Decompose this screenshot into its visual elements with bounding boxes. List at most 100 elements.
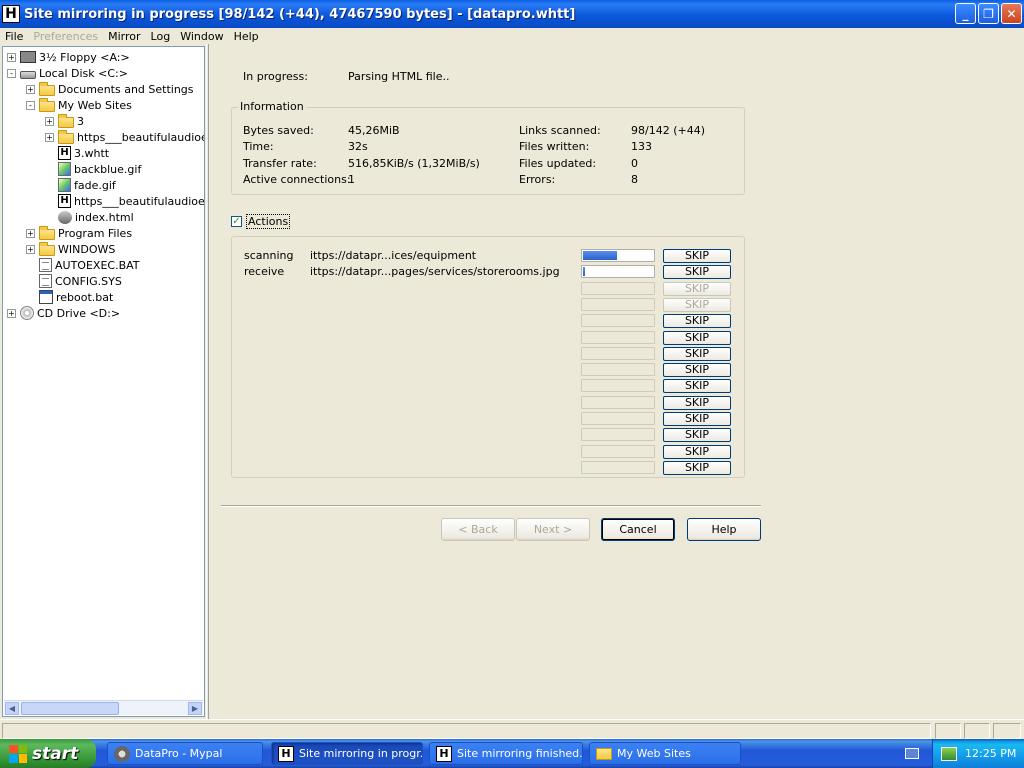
scroll-right-icon[interactable]: ▶: [188, 702, 202, 715]
expand-icon[interactable]: +: [26, 244, 35, 254]
start-button[interactable]: start: [0, 739, 96, 768]
tree-item-label[interactable]: AUTOEXEC.BAT: [55, 259, 140, 272]
expand-icon[interactable]: +: [26, 228, 35, 238]
tree-item-label[interactable]: backblue.gif: [74, 163, 141, 176]
tree-item[interactable]: + https___beautifulaudioed: [45, 129, 204, 145]
tree-item[interactable]: Hhttps___beautifulaudioed: [45, 193, 204, 209]
menu-window[interactable]: Window: [175, 30, 228, 43]
scroll-left-icon[interactable]: ◀: [5, 702, 19, 715]
tree-item[interactable]: CONFIG.SYS: [26, 273, 122, 289]
tree-item[interactable]: fade.gif: [45, 177, 116, 193]
restore-button[interactable]: ❐: [978, 3, 999, 24]
network-icon[interactable]: [941, 746, 957, 761]
tree-item-label[interactable]: My Web Sites: [58, 99, 132, 112]
tree-item[interactable]: index.html: [45, 209, 134, 225]
tree-item[interactable]: + WINDOWS: [26, 241, 115, 257]
httrack-icon: H: [278, 745, 294, 762]
taskbar-button[interactable]: H Site mirroring finished...: [429, 742, 583, 765]
taskbar: start DataPro - Mypal H Site mirroring in …: [0, 739, 1024, 768]
expand-icon[interactable]: +: [7, 52, 16, 62]
clock[interactable]: 12:25 PM: [965, 747, 1016, 760]
keyboard-icon[interactable]: [905, 748, 919, 759]
errors-label: Errors:: [519, 173, 556, 186]
tree-item-label[interactable]: CD Drive <D:>: [37, 307, 120, 320]
collapse-icon[interactable]: -: [7, 68, 16, 78]
information-group: Information Bytes saved: 45,26MiB Time: …: [231, 100, 745, 195]
tree-item[interactable]: +3½ Floppy <A:>: [7, 49, 130, 65]
tree-item-label[interactable]: 3.whtt: [74, 147, 109, 160]
tree-item[interactable]: +3: [45, 113, 84, 129]
taskbar-button[interactable]: H Site mirroring in progr...: [271, 742, 423, 765]
skip-button[interactable]: SKIP: [663, 265, 731, 280]
tree-item-label[interactable]: Program Files: [58, 227, 132, 240]
tree-item[interactable]: H 3.whtt: [45, 145, 109, 161]
transfer-rate-label: Transfer rate:: [243, 157, 317, 170]
menu-mirror[interactable]: Mirror: [103, 30, 145, 43]
tree-item[interactable]: reboot.bat: [26, 289, 113, 305]
cancel-button[interactable]: Cancel: [601, 518, 675, 541]
tree-item-label[interactable]: index.html: [75, 211, 134, 224]
links-scanned-value: 98/142 (+44): [631, 124, 705, 137]
menu-file[interactable]: File: [0, 30, 28, 43]
skip-button[interactable]: SKIP: [663, 395, 731, 410]
folder-icon: [39, 241, 55, 256]
html-icon: [58, 210, 72, 224]
scroll-thumb[interactable]: [21, 702, 119, 715]
skip-button[interactable]: SKIP: [663, 460, 731, 475]
tree-item-label[interactable]: https___beautifulaudioed: [74, 195, 204, 208]
next-button: Next >: [516, 518, 590, 541]
title-bar: H Site mirroring in progress [98/142 (+4…: [0, 0, 1024, 28]
menu-bar: File Preferences Mirror Log Window Help: [0, 28, 1024, 44]
text-file-icon: [39, 258, 52, 272]
skip-button[interactable]: SKIP: [663, 379, 731, 394]
skip-button[interactable]: SKIP: [663, 412, 731, 426]
tree-item-label[interactable]: CONFIG.SYS: [55, 275, 122, 288]
tree-item-label[interactable]: reboot.bat: [56, 291, 113, 304]
taskbar-button[interactable]: My Web Sites: [589, 742, 741, 765]
skip-button[interactable]: SKIP: [663, 444, 731, 459]
tree-item[interactable]: + Program Files: [26, 225, 132, 241]
folder-icon: [39, 225, 55, 240]
expand-icon[interactable]: +: [26, 84, 35, 94]
skip-button[interactable]: SKIP: [663, 346, 731, 361]
expand-icon[interactable]: +: [7, 308, 16, 318]
action-progress-bar: [581, 363, 655, 377]
tree-item[interactable]: AUTOEXEC.BAT: [26, 257, 140, 273]
tree-item[interactable]: backblue.gif: [45, 161, 141, 177]
actions-checkbox[interactable]: ✓ Actions: [231, 214, 291, 229]
help-button[interactable]: Help: [687, 518, 761, 541]
skip-button[interactable]: SKIP: [663, 428, 731, 443]
active-connections-value: 1: [348, 173, 355, 186]
httrack-app-icon[interactable]: H: [2, 5, 20, 23]
tree-item-label[interactable]: 3: [77, 115, 84, 128]
tree-item[interactable]: - Local Disk <C:>: [7, 65, 128, 81]
actions-checkbox-label[interactable]: Actions: [246, 214, 291, 229]
tree-item-label[interactable]: WINDOWS: [58, 243, 115, 256]
skip-button[interactable]: SKIP: [663, 363, 731, 378]
tree-item-label[interactable]: 3½ Floppy <A:>: [39, 51, 130, 64]
menu-log[interactable]: Log: [146, 30, 176, 43]
tree-item[interactable]: + Documents and Settings: [26, 81, 194, 97]
collapse-icon[interactable]: -: [26, 100, 35, 110]
skip-button[interactable]: SKIP: [663, 314, 731, 329]
tree-item-label[interactable]: Local Disk <C:>: [39, 67, 128, 80]
tree-item-label[interactable]: fade.gif: [74, 179, 116, 192]
tree-horizontal-scrollbar[interactable]: ◀ ▶: [4, 700, 203, 715]
menu-help[interactable]: Help: [229, 30, 264, 43]
start-label: start: [32, 743, 79, 764]
batch-file-icon: [39, 290, 53, 304]
taskbar-button[interactable]: DataPro - Mypal: [107, 742, 263, 765]
close-button[interactable]: ✕: [1001, 3, 1022, 24]
minimize-button[interactable]: _: [955, 3, 976, 24]
expand-icon[interactable]: +: [45, 132, 54, 142]
tree-item-label[interactable]: https___beautifulaudioed: [77, 131, 204, 144]
tree-item-label[interactable]: Documents and Settings: [58, 83, 194, 96]
skip-button[interactable]: SKIP: [663, 330, 731, 345]
checkmark-icon[interactable]: ✓: [231, 216, 242, 227]
expand-icon[interactable]: +: [45, 116, 54, 126]
tree-item[interactable]: - My Web Sites: [26, 97, 132, 113]
folder-tree[interactable]: ◀ ▶ +3½ Floppy <A:> - Local Disk <C:> + Docu…: [2, 46, 205, 717]
system-tray: 12:25 PM: [932, 739, 1024, 768]
skip-button[interactable]: SKIP: [663, 249, 731, 263]
tree-item[interactable]: + CD Drive <D:>: [7, 305, 120, 321]
